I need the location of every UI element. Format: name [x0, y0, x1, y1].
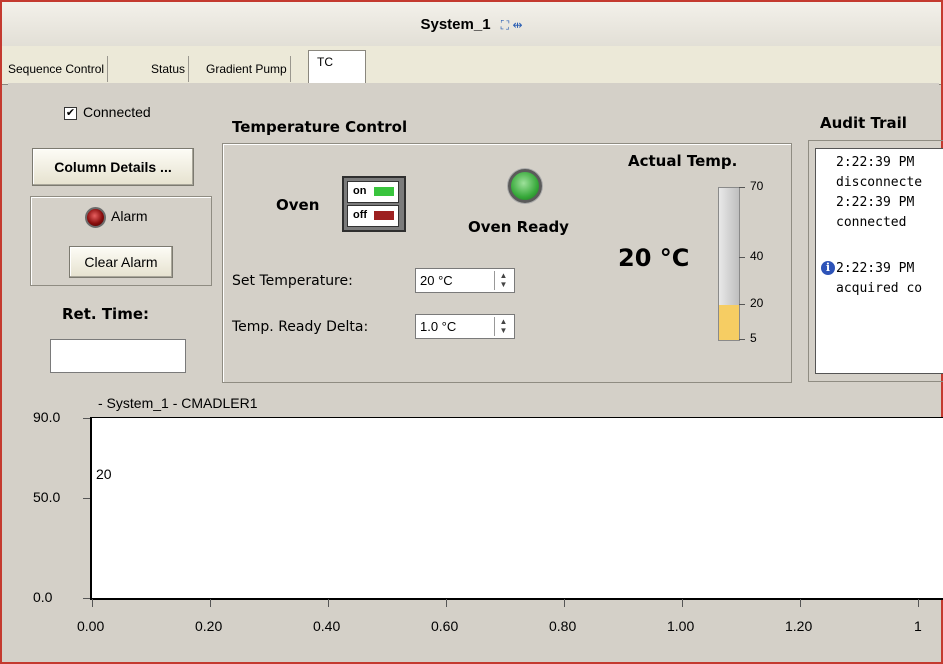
- audit-entry-line: 2:22:39 PM: [836, 155, 915, 170]
- connected-checkbox-row[interactable]: ✔ Connected: [64, 104, 151, 120]
- x-tick-label: 1: [914, 618, 922, 634]
- x-tick-label: 0.80: [549, 618, 577, 634]
- x-tick-label: 1.20: [785, 618, 813, 634]
- set-temperature-value: 20 °C: [420, 273, 453, 288]
- thermometer-tick: [739, 339, 745, 340]
- oven-off-button[interactable]: off: [347, 205, 399, 227]
- thermometer-gauge: [718, 187, 740, 341]
- x-axis-line: [90, 598, 943, 600]
- connected-label: Connected: [83, 104, 151, 120]
- oven-ready-label: Oven Ready: [468, 218, 569, 236]
- x-tick-label: 1.00: [667, 618, 695, 634]
- temp-ready-delta-value: 1.0 °C: [420, 319, 457, 334]
- x-tick: [92, 599, 93, 607]
- y-tick-label: 90.0: [33, 409, 61, 425]
- thermometer-fill: [719, 304, 739, 340]
- alarm-group: Alarm Clear Alarm: [30, 196, 212, 286]
- oven-on-label: on: [353, 185, 367, 197]
- temp-ready-delta-spinner[interactable]: ▲ ▼: [494, 317, 512, 336]
- temperature-control-title: Temperature Control: [232, 118, 408, 136]
- x-tick: [328, 599, 329, 607]
- ret-time-field: [50, 339, 186, 373]
- audit-entry-line: 2:22:39 PM: [836, 195, 915, 210]
- oven-ready-indicator-icon: [508, 169, 542, 203]
- window-control-icons[interactable]: ⛶ ⇹: [501, 18, 523, 33]
- x-tick: [918, 599, 919, 607]
- set-temperature-label: Set Temperature:: [232, 273, 353, 289]
- oven-on-lamp-icon: [374, 187, 394, 196]
- connected-checkbox[interactable]: ✔: [64, 106, 77, 120]
- tab-sequence-control[interactable]: Sequence Control: [5, 56, 109, 82]
- ret-time-label: Ret. Time:: [62, 305, 149, 323]
- audit-entry-line: acquired co: [836, 281, 923, 296]
- column-details-button[interactable]: Column Details ...: [32, 148, 194, 186]
- actual-temp-value: 20 °C: [618, 244, 690, 272]
- y-tick-label: 0.0: [33, 589, 53, 605]
- thermometer-tick: [739, 187, 745, 188]
- oven-switch[interactable]: on off: [342, 176, 406, 232]
- temp-ready-delta-input[interactable]: 1.0 °C ▲ ▼: [415, 314, 515, 339]
- window-title-text: System_1: [420, 16, 491, 33]
- thermometer-tick: [739, 257, 745, 259]
- tab-status[interactable]: Status: [148, 56, 190, 82]
- chart-title: - System_1 - CMADLER1: [98, 395, 258, 411]
- tab-bar: Sequence Control Status Gradient Pump TC: [2, 46, 941, 85]
- thermometer-scale-label: 20: [750, 295, 764, 310]
- alarm-indicator-icon: [85, 207, 106, 228]
- set-temperature-input[interactable]: 20 °C ▲ ▼: [415, 268, 515, 293]
- set-temperature-spinner[interactable]: ▲ ▼: [494, 271, 512, 290]
- oven-on-button[interactable]: on: [347, 181, 399, 203]
- audit-trail-title: Audit Trail: [820, 114, 907, 132]
- tab-tc[interactable]: TC: [308, 50, 366, 84]
- x-tick-label: 0.20: [195, 618, 223, 634]
- title-bar: System_1 ⛶ ⇹: [2, 2, 941, 46]
- y-tick-label: 50.0: [33, 489, 61, 505]
- thermometer-scale-label: 70: [750, 179, 764, 193]
- x-tick: [210, 599, 211, 607]
- thermometer-scale-label: 40: [750, 249, 764, 264]
- y-tick: [83, 418, 90, 419]
- audit-trail-list[interactable]: 2:22:39 PM disconnecte 2:22:39 PM connec…: [815, 148, 943, 374]
- x-tick: [800, 599, 801, 607]
- audit-entry-line: 2:22:39 PM: [836, 261, 915, 276]
- clear-alarm-button[interactable]: Clear Alarm: [69, 246, 173, 278]
- thermometer-scale-label: 5: [750, 331, 757, 345]
- chart-annotation: 20: [96, 466, 112, 482]
- oven-off-label: off: [353, 209, 368, 221]
- x-tick-label: 0.40: [313, 618, 341, 634]
- window-title: System_1 ⛶ ⇹: [2, 16, 941, 33]
- thermometer-tick: [739, 303, 745, 305]
- audit-entry-line: connected: [836, 215, 907, 230]
- x-tick-label: 0.60: [431, 618, 459, 634]
- alarm-label: Alarm: [111, 208, 148, 224]
- temp-ready-delta-label: Temp. Ready Delta:: [232, 319, 369, 335]
- info-icon: i: [821, 261, 835, 275]
- x-tick: [446, 599, 447, 607]
- y-tick: [83, 498, 90, 499]
- x-tick: [564, 599, 565, 607]
- oven-off-lamp-icon: [374, 211, 394, 220]
- y-tick: [83, 598, 90, 599]
- x-tick-label: 0.00: [77, 618, 105, 634]
- temperature-control-group: [222, 143, 792, 383]
- x-tick: [682, 599, 683, 607]
- audit-entry-line: disconnecte: [836, 175, 923, 190]
- chart-plot-area: [90, 417, 943, 598]
- oven-label: Oven: [276, 196, 320, 214]
- tab-gradient-pump[interactable]: Gradient Pump: [203, 56, 291, 82]
- actual-temp-label: Actual Temp.: [628, 152, 738, 170]
